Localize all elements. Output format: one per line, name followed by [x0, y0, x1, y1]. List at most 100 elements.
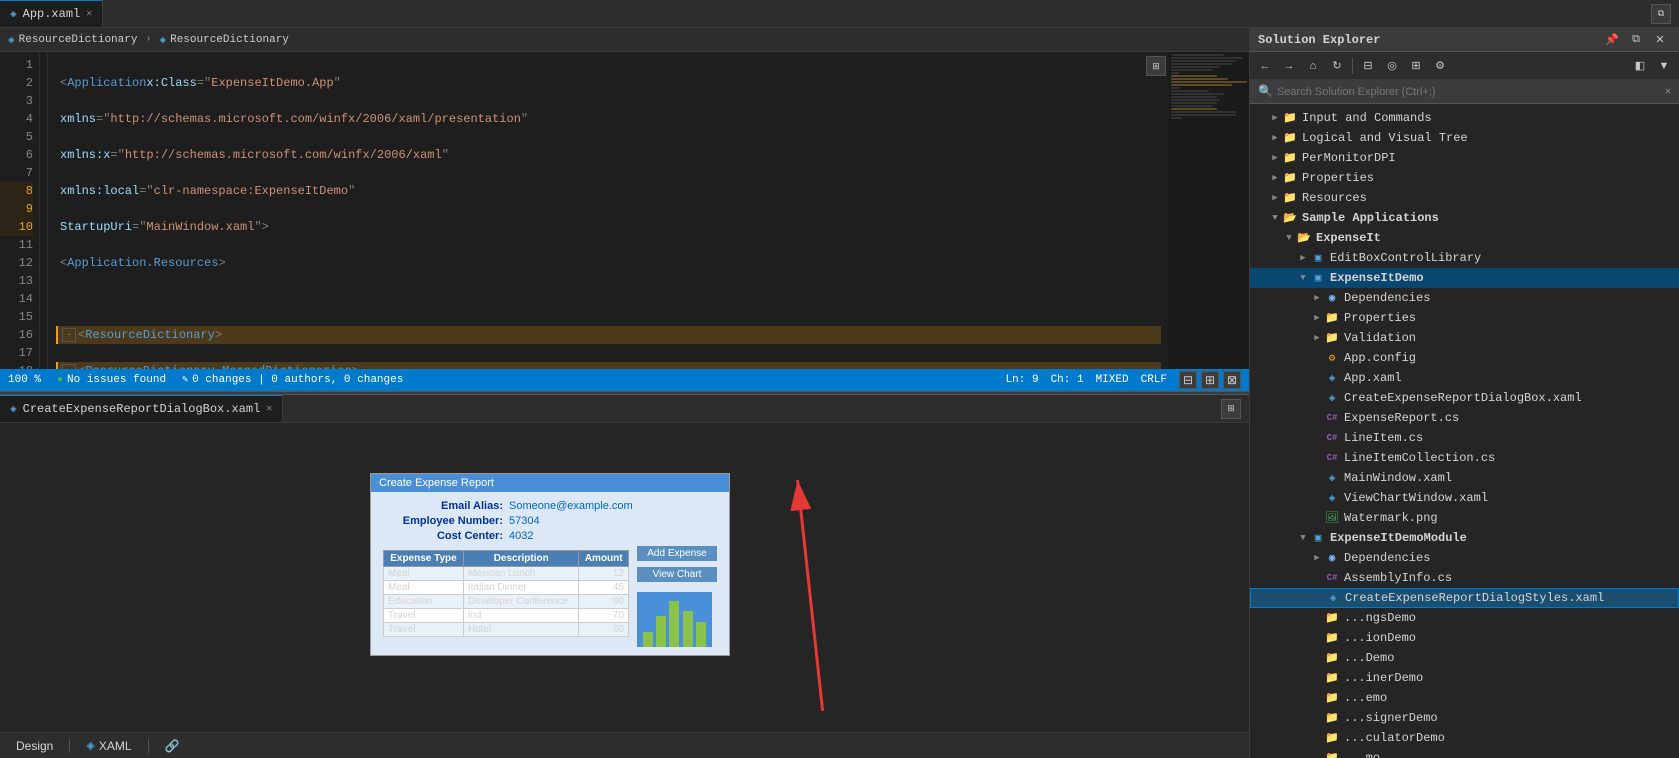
se-item-dependencies[interactable]: ▶ ◉ Dependencies: [1250, 288, 1679, 308]
se-item-module-deps[interactable]: ▶ ◉ Dependencies: [1250, 548, 1679, 568]
status-ln: Ln: 9: [1006, 374, 1039, 386]
split-editor-btn[interactable]: ⧉: [1651, 4, 1671, 24]
view-chart-btn[interactable]: View Chart: [637, 567, 717, 582]
view-split-btn1[interactable]: ⊟: [1179, 371, 1197, 389]
chart-bars: [637, 592, 712, 647]
se-item-lineitemcollection-cs[interactable]: ▶ C# LineItemCollection.cs: [1250, 448, 1679, 468]
se-refresh-btn[interactable]: ↻: [1326, 55, 1348, 77]
breadcrumb-right[interactable]: ResourceDictionary: [170, 34, 289, 46]
se-item-app-xaml[interactable]: ▶ ◈ App.xaml: [1250, 368, 1679, 388]
tab-app-xaml[interactable]: ◈ App.xaml ✕: [0, 0, 103, 27]
se-title: Solution Explorer: [1258, 33, 1601, 47]
se-toolbar: ← → ⌂ ↻ ⊟ ◎ ⊞ ⚙ ◧ ▼: [1250, 52, 1679, 80]
se-forward-btn[interactable]: →: [1278, 55, 1300, 77]
cost-row: Cost Center: 4032: [383, 530, 717, 542]
link-btn[interactable]: 🔗: [157, 737, 188, 755]
minimap-toggle-btn[interactable]: ⊞: [1146, 56, 1166, 76]
se-label-inerdemo: ...inerDemo: [1344, 671, 1423, 685]
se-home-btn[interactable]: ⌂: [1302, 55, 1324, 77]
se-label-permonitor: PerMonitorDPI: [1302, 151, 1396, 165]
se-item-mo[interactable]: ▶ 📁 ...mo: [1250, 748, 1679, 758]
se-label-module-deps: Dependencies: [1344, 551, 1430, 565]
se-item-permonitor[interactable]: ▶ 📁 PerMonitorDPI: [1250, 148, 1679, 168]
se-back-btn[interactable]: ←: [1254, 55, 1276, 77]
se-item-expenseit[interactable]: ▼ 📂 ExpenseIt: [1250, 228, 1679, 248]
se-float-btn[interactable]: ⧉: [1625, 29, 1647, 51]
se-item-expenseit-module[interactable]: ▼ ▣ ExpenseItDemoModule: [1250, 528, 1679, 548]
breadcrumb-left[interactable]: ResourceDictionary: [19, 34, 138, 46]
view-split-btn2[interactable]: ⊞: [1201, 371, 1219, 389]
table-row-2: MealItalian Dinner45: [384, 581, 629, 595]
se-label-expenseit: ExpenseIt: [1316, 231, 1381, 245]
se-label-mainwindow: MainWindow.xaml: [1344, 471, 1452, 485]
se-filter-btn[interactable]: ⊞: [1405, 55, 1427, 77]
se-close-btn[interactable]: ✕: [1649, 29, 1671, 51]
folder-icon-resources: 📁: [1282, 190, 1298, 206]
se-pin-btn[interactable]: 📌: [1601, 29, 1623, 51]
status-zoom[interactable]: 100 %: [8, 374, 41, 386]
chevron-validation: ▶: [1310, 331, 1324, 345]
se-search-input[interactable]: [1277, 86, 1661, 98]
se-label-calculatordemo: ...culatorDemo: [1344, 731, 1445, 745]
fold-8[interactable]: -: [62, 328, 76, 342]
se-item-calculatordemo[interactable]: ▶ 📁 ...culatorDemo: [1250, 728, 1679, 748]
se-item-ngsdemo[interactable]: ▶ 📁 ...ngsDemo: [1250, 608, 1679, 628]
se-item-viewchart-xaml[interactable]: ▶ ◈ ViewChartWindow.xaml: [1250, 488, 1679, 508]
se-item-lineitem-cs[interactable]: ▶ C# LineItem.cs: [1250, 428, 1679, 448]
se-auto-hide-btn[interactable]: ◧: [1629, 55, 1651, 77]
se-pending-btn[interactable]: ◎: [1381, 55, 1403, 77]
se-item-create-dialog[interactable]: ▶ ◈ CreateExpenseReportDialogBox.xaml: [1250, 388, 1679, 408]
se-collapse-btn[interactable]: ⊟: [1357, 55, 1379, 77]
breadcrumb-sep: ›: [145, 34, 151, 45]
bottom-tab-close[interactable]: ✕: [266, 403, 272, 415]
tab-create-expense[interactable]: ◈ CreateExpenseReportDialogBox.xaml ✕: [0, 395, 283, 422]
se-item-validation[interactable]: ▶ 📁 Validation: [1250, 328, 1679, 348]
se-item-inerdemo[interactable]: ▶ 📁 ...inerDemo: [1250, 668, 1679, 688]
se-item-emo[interactable]: ▶ 📁 ...emo: [1250, 688, 1679, 708]
folder-icon-iner: 📁: [1324, 670, 1340, 686]
search-clear-icon[interactable]: ✕: [1665, 86, 1671, 98]
status-changes-text: 0 changes | 0 authors, 0 changes: [192, 374, 403, 386]
xaml-btn[interactable]: ◈XAML: [78, 737, 139, 755]
bottom-split-btn[interactable]: ⊞: [1221, 399, 1241, 419]
se-settings-btn[interactable]: ⚙: [1429, 55, 1451, 77]
se-item-signerdemo[interactable]: ▶ 📁 ...signerDemo: [1250, 708, 1679, 728]
chevron-permonitor: ▶: [1268, 151, 1282, 165]
code-editor[interactable]: 12345 678 9 10 1112131415 161718 19 2021…: [0, 52, 1249, 369]
employee-row: Employee Number: 57304: [383, 515, 717, 527]
se-item-sample-apps[interactable]: ▼ 📂 Sample Applications: [1250, 208, 1679, 228]
fold-9[interactable]: -: [62, 364, 76, 369]
se-item-expenseit-demo[interactable]: ▼ ▣ ExpenseItDemo: [1250, 268, 1679, 288]
se-more-btn[interactable]: ▼: [1653, 55, 1675, 77]
se-item-dialog-styles[interactable]: ▶ ◈ CreateExpenseReportDialogStyles.xaml: [1250, 588, 1679, 608]
folder-icon-demo: 📁: [1324, 650, 1340, 666]
view-split-btn3[interactable]: ⊠: [1223, 371, 1241, 389]
se-item-properties[interactable]: ▶ 📁 Properties: [1250, 168, 1679, 188]
se-item-input-commands[interactable]: ▶ 📁 Input and Commands: [1250, 108, 1679, 128]
bottom-tab-label: CreateExpenseReportDialogBox.xaml: [23, 402, 261, 416]
se-item-props-folder[interactable]: ▶ 📁 Properties: [1250, 308, 1679, 328]
se-item-watermark-png[interactable]: ▶ 🖼 Watermark.png: [1250, 508, 1679, 528]
se-item-expense-report-cs[interactable]: ▶ C# ExpenseReport.cs: [1250, 408, 1679, 428]
se-item-mainwindow-xaml[interactable]: ▶ ◈ MainWindow.xaml: [1250, 468, 1679, 488]
zoom-label: 100 %: [8, 374, 41, 386]
se-item-assemblyinfo[interactable]: ▶ C# AssemblyInfo.cs: [1250, 568, 1679, 588]
se-tree[interactable]: ▶ 📁 Input and Commands ▶ 📁 Logical and V…: [1250, 104, 1679, 758]
code-content[interactable]: <Application x:Class="ExpenseItDemo.App"…: [48, 52, 1169, 369]
design-btn[interactable]: Design: [8, 737, 61, 755]
se-item-app-config[interactable]: ▶ ⚙ App.config: [1250, 348, 1679, 368]
se-item-editbox-lib[interactable]: ▶ ▣ EditBoxControlLibrary: [1250, 248, 1679, 268]
se-item-demo[interactable]: ▶ 📁 ...Demo: [1250, 648, 1679, 668]
cost-value: 4032: [509, 530, 533, 542]
email-row: Email Alias: Someone@example.com: [383, 500, 717, 512]
chevron-properties: ▶: [1268, 171, 1282, 185]
folder-icon-calculator: 📁: [1324, 730, 1340, 746]
se-item-resources[interactable]: ▶ 📁 Resources: [1250, 188, 1679, 208]
se-item-logical-visual[interactable]: ▶ 📁 Logical and Visual Tree: [1250, 128, 1679, 148]
design-panel[interactable]: Create Expense Report Email Alias: Someo…: [0, 423, 1249, 758]
status-issues-text: No issues found: [67, 374, 166, 386]
tab-close-app-xaml[interactable]: ✕: [86, 8, 92, 20]
add-expense-btn[interactable]: Add Expense: [637, 546, 717, 561]
se-item-iondemo[interactable]: ▶ 📁 ...ionDemo: [1250, 628, 1679, 648]
status-encoding: MIXED: [1096, 374, 1129, 386]
